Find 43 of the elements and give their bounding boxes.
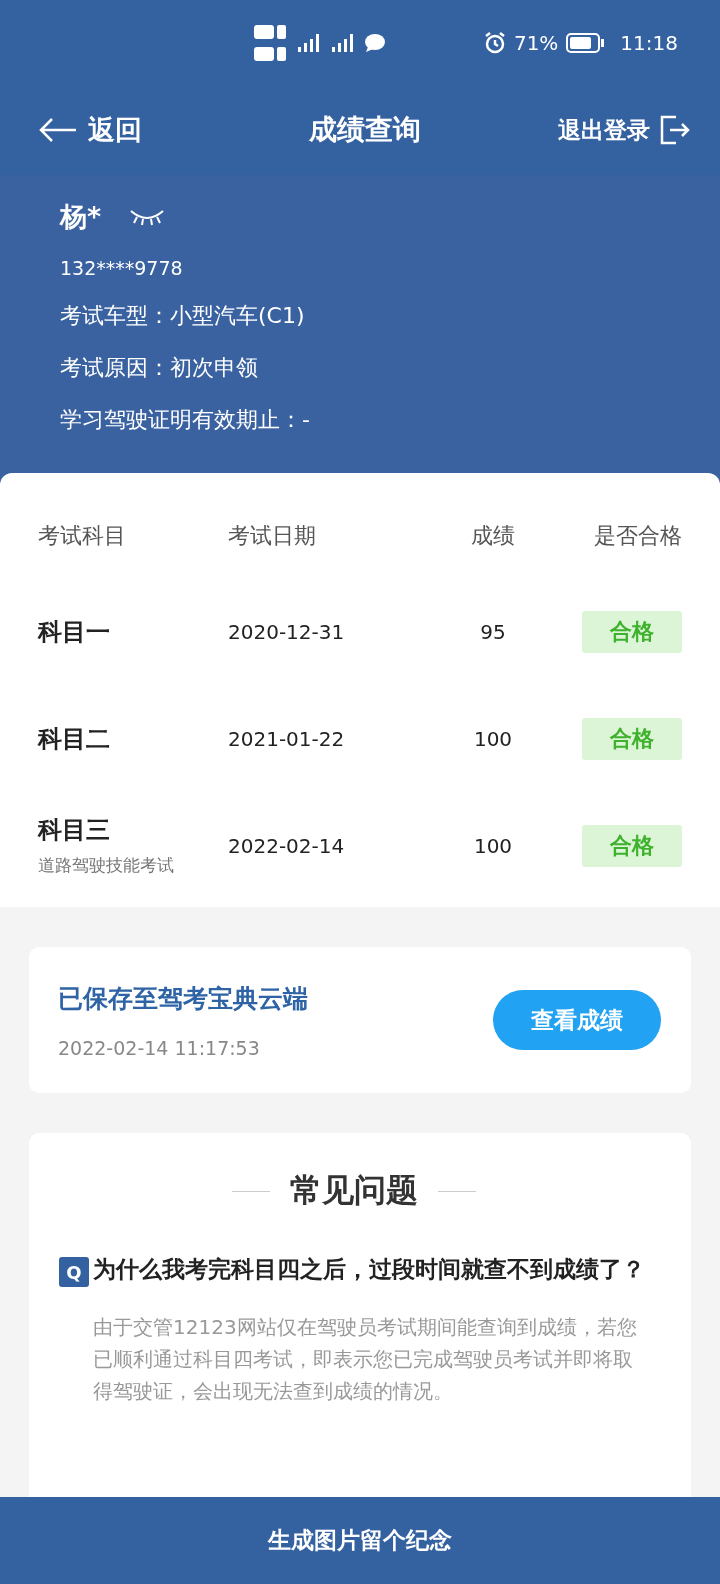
column-header: 是否合格 [594, 521, 682, 550]
faq-title: 常见问题 [290, 1170, 418, 1211]
user-name: 杨* [60, 200, 102, 234]
signal-icon [296, 32, 322, 53]
battery-percent: 71% [513, 30, 559, 55]
question-mark-badge: Q [59, 1257, 89, 1287]
generate-image-button[interactable]: 生成图片留个纪念 [0, 1497, 720, 1584]
result-badge: 合格 [582, 717, 682, 760]
info-line: 考试原因：初次申领 [60, 354, 259, 382]
closed-eye-icon[interactable] [129, 208, 166, 226]
faq-question: 为什么我考完科目四之后，过段时间就查不到成绩了？ [93, 1255, 645, 1284]
page-title: 成绩查询 [309, 112, 421, 148]
result-badge: 合格 [582, 610, 682, 653]
column-header: 成绩 [471, 521, 515, 550]
cloud-save-title: 已保存至驾考宝典云端 [58, 982, 308, 1015]
back-button[interactable]: 返回 [38, 112, 142, 148]
signal-icon [330, 32, 356, 53]
result-badge: 合格 [582, 824, 682, 867]
phone-number: 132****9778 [60, 257, 184, 279]
back-arrow-icon [38, 117, 78, 143]
subject-name: 科目三 [38, 815, 110, 846]
exam-date: 2022-02-14 [228, 833, 345, 858]
column-header: 考试科目 [38, 521, 126, 550]
chat-bubble-icon [364, 32, 386, 53]
subject-name: 科目一 [38, 616, 110, 648]
column-header: 考试日期 [228, 521, 316, 550]
exam-date: 2021-01-22 [228, 726, 345, 751]
alarm-clock-icon [483, 31, 506, 54]
subject-name: 科目二 [38, 723, 110, 755]
clock-time: 11:18 [620, 30, 678, 55]
info-line: 学习驾驶证明有效期止：- [60, 406, 311, 434]
logout-button[interactable]: 退出登录 [558, 114, 690, 146]
save-time: 2022-02-14 11:17:53 [58, 1036, 261, 1059]
logout-icon [660, 115, 690, 145]
subject-note: 道路驾驶技能考试 [38, 854, 174, 877]
battery-icon [566, 32, 605, 53]
sim-card-icon [254, 22, 288, 63]
exam-date: 2020-12-31 [228, 619, 345, 644]
exam-score: 100 [473, 726, 513, 751]
exam-score: 100 [473, 833, 513, 858]
info-line: 考试车型：小型汽车(C1) [60, 302, 306, 330]
exam-score: 95 [480, 619, 506, 644]
faq-answer: 由于交管12123网站仅在驾驶员考试期间能查询到成绩，若您已顺利通过科目四考试，即表示您已完成驾驶员考试并即将取得驾驶证，会出现无法查到成绩的情况。 [93, 1314, 638, 1405]
